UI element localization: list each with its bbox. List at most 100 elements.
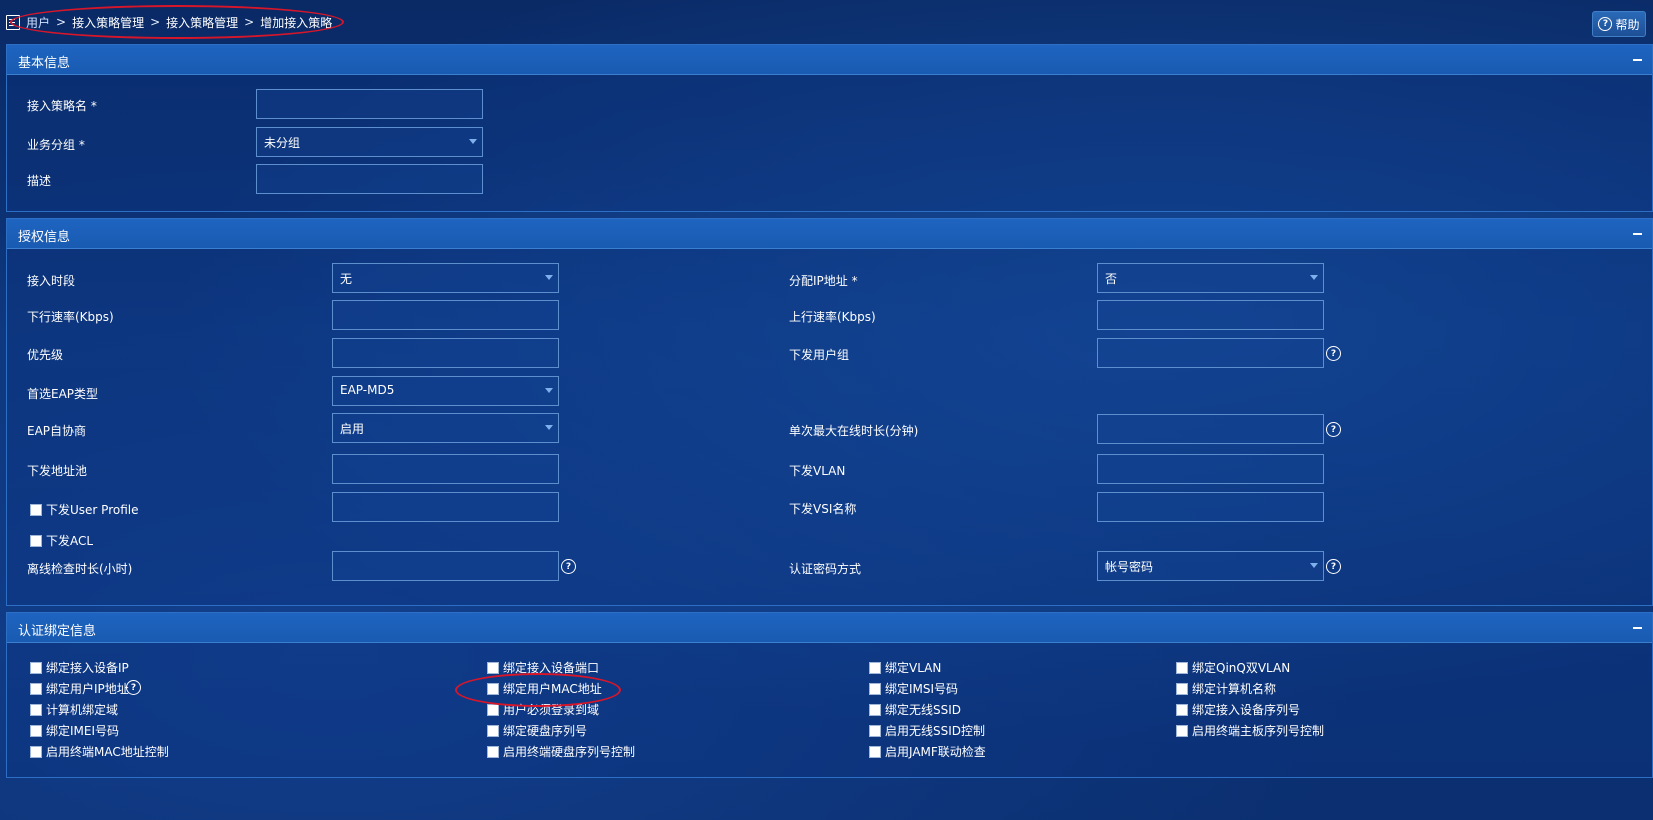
binding-info-title: 认证绑定信息 [18, 624, 97, 639]
addr-pool-text[interactable] [333, 455, 558, 483]
policy-name-label: 接入策略名 * [27, 99, 97, 113]
chevron-down-icon [1310, 275, 1318, 280]
enable-jamf-check-checkbox[interactable]: 启用JAMF联动检查 [869, 743, 986, 760]
user-group-label: 下发用户组 [789, 348, 850, 362]
checkbox-box[interactable] [1176, 661, 1188, 674]
checkbox-box[interactable] [869, 745, 881, 758]
checkbox-box[interactable] [30, 661, 42, 674]
pc-bind-domain-checkbox[interactable]: 计算机绑定域 [30, 701, 118, 718]
group-select[interactable]: 未分组 [256, 127, 483, 157]
auth-info-title: 授权信息 [18, 230, 71, 245]
assign-ip-select[interactable]: 否 [1097, 263, 1324, 293]
top-bar: 用户 > 接入策略管理 > 接入策略管理 > 增加接入策略 ? 帮助 [0, 0, 1653, 44]
user-group-input[interactable] [1097, 338, 1324, 368]
policy-name-input[interactable] [256, 89, 483, 119]
addr-pool-input[interactable] [332, 454, 559, 484]
checkbox-label: 启用终端主板序列号控制 [1192, 724, 1325, 738]
addr-pool-label: 下发地址池 [27, 464, 88, 478]
access-period-label: 接入时段 [27, 274, 76, 288]
access-period-value: 无 [340, 272, 353, 286]
checkbox-box[interactable] [30, 682, 42, 695]
collapse-icon[interactable] [1633, 233, 1642, 235]
pwd-method-select[interactable]: 帐号密码 [1097, 551, 1324, 581]
chevron-down-icon [469, 139, 477, 144]
checkbox-box[interactable] [1176, 703, 1188, 716]
checkbox-box[interactable] [30, 534, 42, 547]
help-label: 帮助 [1615, 17, 1640, 32]
policy-name-text[interactable] [257, 90, 482, 118]
bind-user-ip-checkbox[interactable]: 绑定用户IP地址 [30, 680, 129, 697]
help-circle-icon[interactable]: ? [1326, 422, 1341, 437]
max-online-text[interactable] [1098, 415, 1323, 443]
checkbox-box[interactable] [1176, 724, 1188, 737]
highlight-oval-breadcrumb [10, 5, 344, 39]
acl-checkbox[interactable]: 下发ACL [30, 532, 93, 549]
binding-info-panel: 认证绑定信息 绑定接入设备IP 绑定用户IP地址 ? 计算机绑定域 绑定IMEI… [6, 612, 1653, 778]
collapse-icon[interactable] [1633, 59, 1642, 61]
checkbox-box[interactable] [487, 661, 499, 674]
checkbox-box[interactable] [30, 703, 42, 716]
offline-check-text[interactable] [333, 552, 558, 580]
user-profile-label: 下发User Profile [46, 503, 139, 517]
max-online-input[interactable] [1097, 414, 1324, 444]
help-circle-icon[interactable]: ? [1326, 346, 1341, 361]
bind-vlan-checkbox[interactable]: 绑定VLAN [869, 659, 941, 676]
collapse-icon[interactable] [1633, 627, 1642, 629]
checkbox-box[interactable] [487, 703, 499, 716]
bind-hdd-serial-checkbox[interactable]: 绑定硬盘序列号 [487, 722, 587, 739]
enable-hdd-serial-control-checkbox[interactable]: 启用终端硬盘序列号控制 [487, 743, 635, 760]
bind-imsi-checkbox[interactable]: 绑定IMSI号码 [869, 680, 958, 697]
user-group-text[interactable] [1098, 339, 1323, 367]
acl-label: 下发ACL [46, 534, 94, 548]
bind-imei-checkbox[interactable]: 绑定IMEI号码 [30, 722, 119, 739]
priority-input[interactable] [332, 338, 559, 368]
access-period-select[interactable]: 无 [332, 263, 559, 293]
up-rate-input[interactable] [1097, 300, 1324, 330]
checkbox-box[interactable] [869, 703, 881, 716]
bind-device-ip-checkbox[interactable]: 绑定接入设备IP [30, 659, 129, 676]
desc-input[interactable] [256, 164, 483, 194]
bind-qinq-vlan-checkbox[interactable]: 绑定QinQ双VLAN [1176, 659, 1290, 676]
down-rate-text[interactable] [333, 301, 558, 329]
checkbox-box[interactable] [1176, 682, 1188, 695]
help-button[interactable]: ? 帮助 [1592, 11, 1646, 37]
checkbox-box[interactable] [30, 724, 42, 737]
vlan-input[interactable] [1097, 454, 1324, 484]
help-circle-icon[interactable]: ? [1326, 559, 1341, 574]
offline-check-input[interactable] [332, 551, 559, 581]
desc-text[interactable] [257, 165, 482, 193]
checkbox-label: 绑定用户IP地址 [46, 682, 129, 696]
checkbox-label: 启用JAMF联动检查 [885, 745, 986, 759]
checkbox-box[interactable] [30, 745, 42, 758]
checkbox-box[interactable] [487, 745, 499, 758]
bind-pc-name-checkbox[interactable]: 绑定计算机名称 [1176, 680, 1276, 697]
enable-board-serial-control-checkbox[interactable]: 启用终端主板序列号控制 [1176, 722, 1324, 739]
bind-ssid-checkbox[interactable]: 绑定无线SSID [869, 701, 961, 718]
enable-ssid-control-checkbox[interactable]: 启用无线SSID控制 [869, 722, 985, 739]
vsi-text[interactable] [1098, 493, 1323, 521]
checkbox-label: 绑定QinQ双VLAN [1192, 661, 1291, 675]
vlan-text[interactable] [1098, 455, 1323, 483]
help-circle-icon[interactable]: ? [126, 680, 141, 695]
priority-text[interactable] [333, 339, 558, 367]
checkbox-box[interactable] [869, 682, 881, 695]
checkbox-box[interactable] [487, 724, 499, 737]
eap-nego-value: 启用 [340, 422, 365, 436]
eap-type-select[interactable]: EAP-MD5 [332, 376, 559, 406]
help-circle-icon[interactable]: ? [561, 559, 576, 574]
max-online-label: 单次最大在线时长(分钟) [789, 424, 919, 438]
checkbox-label: 绑定计算机名称 [1192, 682, 1277, 696]
user-profile-checkbox[interactable]: 下发User Profile [30, 501, 138, 518]
up-rate-text[interactable] [1098, 301, 1323, 329]
bind-device-serial-checkbox[interactable]: 绑定接入设备序列号 [1176, 701, 1300, 718]
vsi-input[interactable] [1097, 492, 1324, 522]
enable-mac-control-checkbox[interactable]: 启用终端MAC地址控制 [30, 743, 169, 760]
user-profile-text[interactable] [333, 493, 558, 521]
offline-check-label: 离线检查时长(小时) [27, 562, 133, 576]
eap-nego-select[interactable]: 启用 [332, 413, 559, 443]
checkbox-box[interactable] [869, 724, 881, 737]
checkbox-box[interactable] [30, 503, 42, 516]
user-profile-input[interactable] [332, 492, 559, 522]
down-rate-input[interactable] [332, 300, 559, 330]
checkbox-box[interactable] [869, 661, 881, 674]
